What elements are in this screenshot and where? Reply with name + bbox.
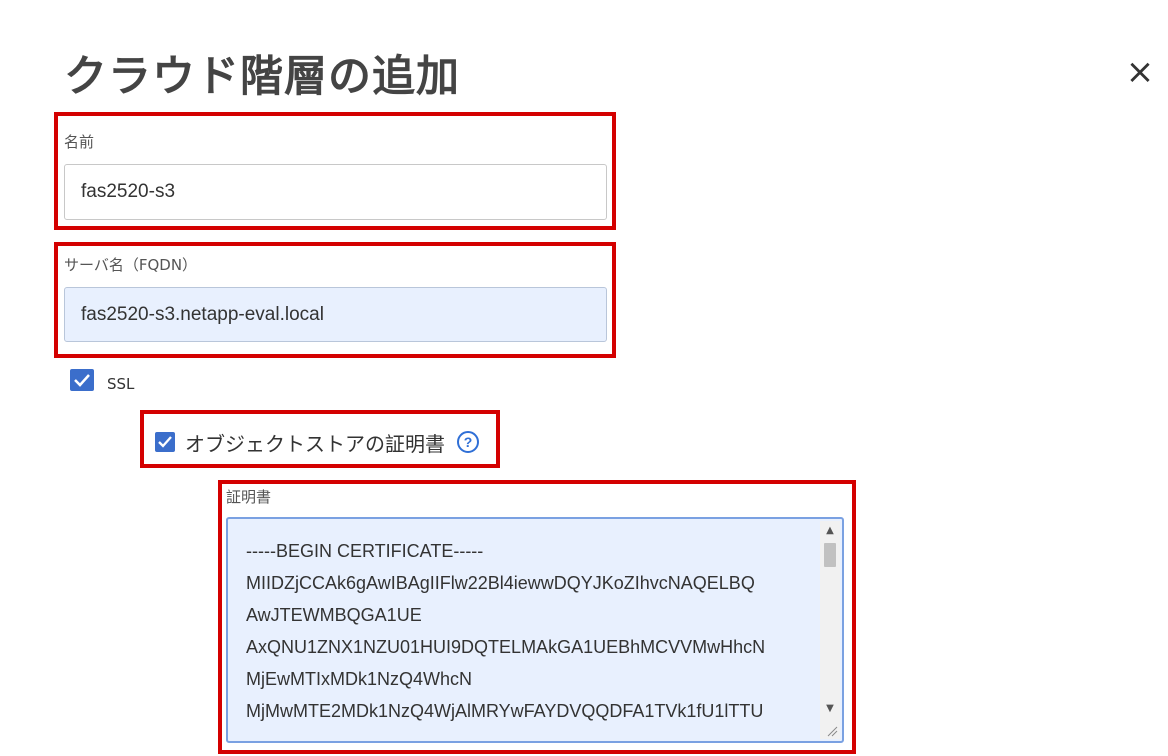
scrollbar-thumb[interactable] — [824, 543, 836, 567]
certificate-line: MIIDZjCCAk6gAwIBAgIIFlw22Bl4iewwDQYJKoZI… — [246, 573, 755, 593]
server-label: サーバ名（FQDN） — [64, 256, 198, 274]
scroll-up-icon[interactable]: ▲ — [820, 523, 840, 539]
certificate-line: MjMwMTE2MDk1NzQ4WjAlMRYwFAYDVQQDFA1TVk1f… — [246, 701, 764, 721]
ssl-label: SSL — [107, 375, 135, 393]
close-icon[interactable]: × — [1124, 55, 1156, 89]
object-store-cert-checkbox[interactable] — [155, 432, 175, 452]
ssl-checkbox[interactable] — [70, 369, 94, 391]
question-circle-icon[interactable]: ? — [457, 431, 479, 453]
certificate-line: AwJTEWMBQGA1UE — [246, 605, 422, 625]
name-input[interactable] — [64, 164, 607, 220]
certificate-scrollbar[interactable]: ▲ ▼ — [820, 521, 840, 739]
server-input[interactable] — [64, 287, 607, 342]
dialog-title: クラウド階層の追加 — [64, 52, 460, 102]
certificate-line: -----BEGIN CERTIFICATE----- — [246, 541, 484, 561]
object-store-cert-label: オブジェクトストアの証明書 — [185, 432, 445, 456]
certificate-textarea[interactable]: -----BEGIN CERTIFICATE----- MIIDZjCCAk6g… — [226, 517, 844, 743]
certificate-line: AxQNU1ZNX1NZU01HUI9DQTELMAkGA1UEBhMCVVMw… — [246, 637, 766, 657]
resize-grip-icon[interactable] — [826, 725, 838, 737]
name-label: 名前 — [64, 133, 95, 151]
check-icon — [74, 374, 90, 387]
certificate-label: 証明書 — [226, 488, 272, 506]
scroll-down-icon[interactable]: ▼ — [820, 701, 840, 717]
check-icon — [158, 436, 172, 448]
certificate-line: MjEwMTIxMDk1NzQ4WhcN — [246, 669, 473, 689]
